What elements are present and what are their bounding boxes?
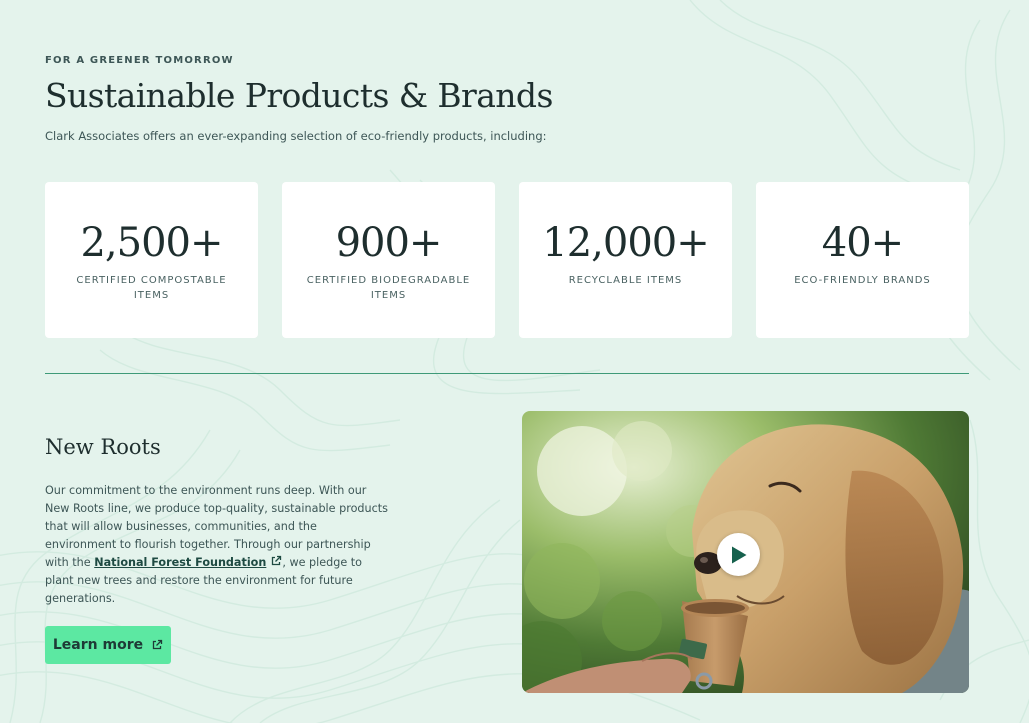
stat-value: 900+: [335, 220, 443, 266]
stat-label: RECYCLABLE ITEMS: [568, 275, 683, 286]
stat-value: 2,500+: [80, 220, 223, 266]
page-title: Sustainable Products & Brands: [45, 76, 553, 115]
national-forest-foundation-link[interactable]: National Forest Foundation: [94, 556, 266, 569]
new-roots-description: Our commitment to the environment runs d…: [45, 482, 390, 608]
stat-card-recyclable: 12,000+ RECYCLABLE ITEMS: [519, 182, 732, 338]
stat-label: CERTIFIED BIODEGRADABLE ITEMS: [306, 275, 471, 301]
stat-label: ECO-FRIENDLY BRANDS: [794, 275, 931, 286]
external-link-icon: [272, 555, 282, 566]
play-button[interactable]: [717, 533, 760, 576]
learn-more-label: Learn more: [52, 637, 144, 653]
section-divider: [45, 373, 969, 374]
external-link-icon: [152, 639, 163, 650]
page-subtitle: Clark Associates offers an ever-expandin…: [45, 129, 547, 143]
stat-label: CERTIFIED COMPOSTABLE ITEMS: [76, 275, 227, 301]
learn-more-button[interactable]: Learn more: [45, 626, 171, 664]
stat-card-eco-brands: 40+ ECO-FRIENDLY BRANDS: [756, 182, 969, 338]
new-roots-title: New Roots: [45, 435, 161, 459]
eyebrow-text: FOR A GREENER TOMORROW: [45, 55, 234, 66]
stat-card-biodegradable: 900+ CERTIFIED BIODEGRADABLE ITEMS: [282, 182, 495, 338]
link-label: National Forest Foundation: [94, 556, 267, 569]
stat-value: 12,000+: [542, 220, 709, 266]
stat-card-compostable: 2,500+ CERTIFIED COMPOSTABLE ITEMS: [45, 182, 258, 338]
play-icon: [731, 546, 746, 563]
stat-value: 40+: [821, 220, 904, 266]
stats-row: 2,500+ CERTIFIED COMPOSTABLE ITEMS 900+ …: [45, 182, 969, 338]
page: FOR A GREENER TOMORROW Sustainable Produ…: [0, 0, 1029, 723]
